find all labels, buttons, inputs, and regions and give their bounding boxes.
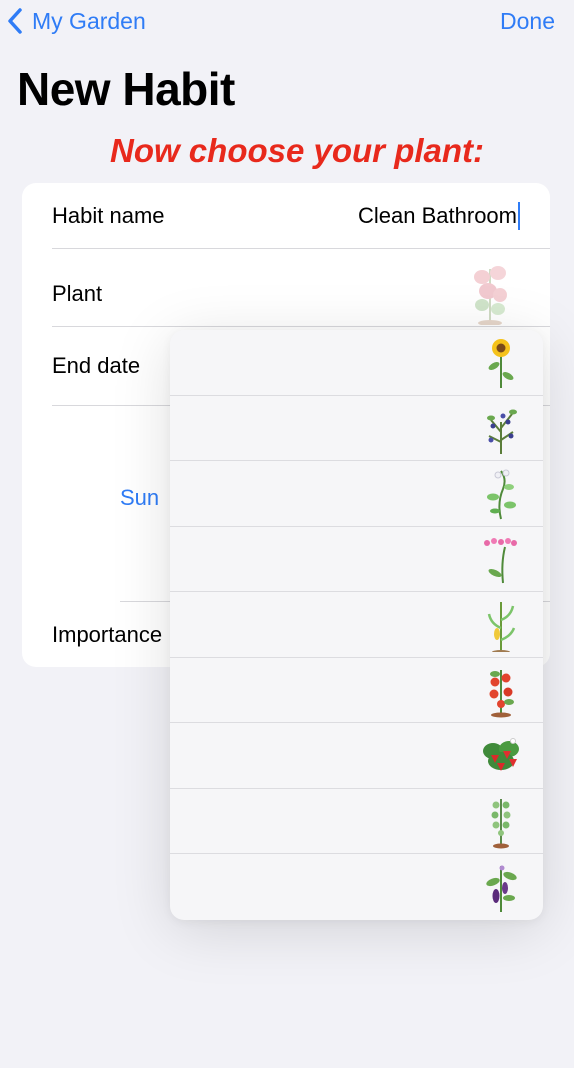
- plant-option-sunflower[interactable]: [170, 330, 543, 396]
- corn-plant-icon: [487, 602, 516, 652]
- tomato-plant-icon: [489, 669, 514, 717]
- instruction-text: Now choose your plant:: [109, 132, 485, 169]
- back-button-label: My Garden: [32, 7, 146, 34]
- plant-option-tomato[interactable]: [170, 658, 543, 723]
- pink-flower-stem-icon: [484, 537, 517, 583]
- chevron-left-icon: [8, 8, 22, 34]
- strawberry-plant-icon: [483, 738, 519, 771]
- habit-name-row[interactable]: Habit name Clean Bathroom: [52, 183, 550, 248]
- pea-plant-icon: [487, 469, 516, 520]
- habit-name-field[interactable]: Clean Bathroom: [358, 201, 520, 230]
- plant-option-pink-flower[interactable]: [170, 527, 543, 592]
- selected-plant-preview-icon: [474, 266, 507, 325]
- dill-plant-icon: [491, 798, 511, 848]
- page-title: New Habit: [17, 63, 235, 115]
- importance-label: Importance: [52, 622, 163, 647]
- text-cursor: [518, 201, 520, 230]
- plant-option-dill[interactable]: [170, 789, 543, 854]
- blueberry-plant-icon: [487, 409, 517, 454]
- eggplant-plant-icon: [486, 865, 517, 912]
- habit-name-label: Habit name: [52, 202, 165, 228]
- plant-option-strawberry[interactable]: [170, 723, 543, 789]
- plant-option-blueberry[interactable]: [170, 396, 543, 461]
- plant-option-pea[interactable]: [170, 461, 543, 527]
- done-button[interactable]: Done: [500, 4, 555, 38]
- weekday-sun[interactable]: Sun: [120, 485, 159, 511]
- plant-option-corn[interactable]: [170, 592, 543, 658]
- sunflower-icon: [488, 339, 514, 388]
- back-button[interactable]: My Garden: [6, 4, 146, 38]
- habit-name-value: Clean Bathroom: [358, 202, 517, 228]
- plant-label: Plant: [52, 281, 103, 306]
- end-date-label: End date: [52, 353, 141, 378]
- plant-option-eggplant[interactable]: [170, 854, 543, 920]
- plant-picker-menu: [170, 330, 543, 920]
